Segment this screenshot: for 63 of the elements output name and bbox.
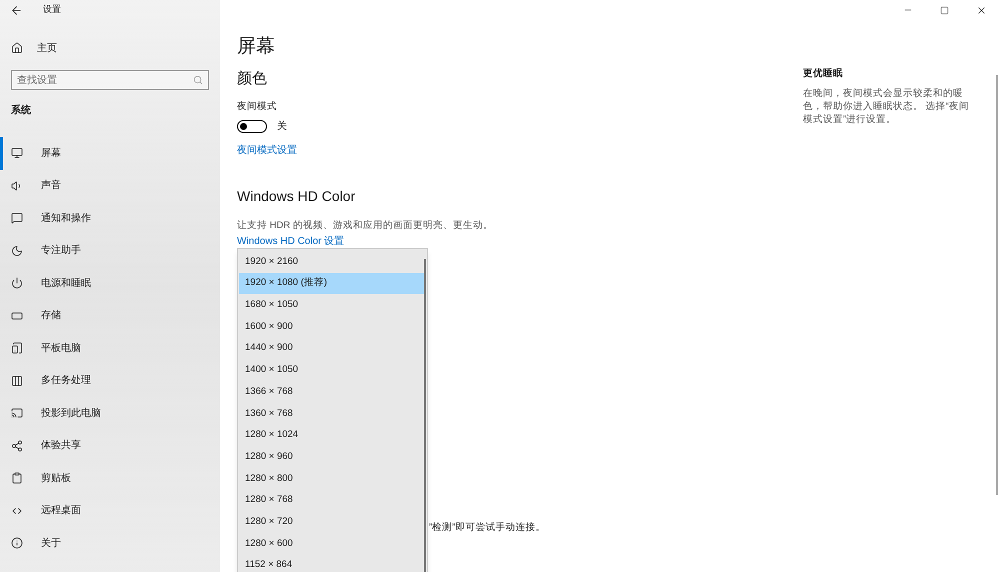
sidebar-item[interactable]: 声音 [0,170,220,202]
dropdown-option[interactable]: 1280 × 600 [239,532,424,555]
sidebar-item[interactable]: 投影到此电脑 [0,397,220,430]
search-field[interactable]: 查找设置 [11,70,209,90]
dropdown-scrollbar[interactable] [424,259,426,572]
search-icon [193,75,203,85]
power-icon [11,277,23,290]
detect-hint-text: ”检测”即可尝试手动连接。 [429,521,546,535]
sidebar-item[interactable]: 关于 [0,527,220,560]
dropdown-option[interactable]: 1280 × 800 [239,468,424,490]
section-heading: 颜色 [237,69,267,89]
window-title: 设置 [43,3,61,16]
dropdown-option[interactable]: 1280 × 960 [239,446,424,468]
dropdown-option[interactable]: 1920 × 1080 (推荐) [239,272,424,294]
page-title: 屏幕 [237,35,275,59]
sidebar-item[interactable]: 屏幕 [0,137,220,170]
sidebar-item[interactable]: 电源和睡眠 [0,267,220,300]
maximize-icon [940,6,949,14]
hdr-description: 让支持 HDR 的视频、游戏和应用的画面更明亮、更生动。 [237,218,493,233]
share-icon [11,440,23,452]
dropdown-option[interactable]: 1920 × 2160 [239,251,424,273]
sidebar-item[interactable]: 存储 [0,300,220,332]
storage-icon [11,310,23,322]
dropdown-option[interactable]: 1280 × 720 [239,511,424,533]
dropdown-option[interactable]: 1600 × 900 [239,316,424,338]
sidebar-item[interactable]: 平板电脑 [0,332,220,364]
sidebar-item[interactable]: 通知和操作 [0,202,220,234]
side-panel-text: 在晚间，夜间模式会显示较柔和的暖色，帮助你进入睡眠状态。 选择“夜间模式设置”进行设置。 [803,87,970,126]
sidebar-item[interactable]: 远程桌面 [0,494,220,527]
moon-icon [11,244,23,257]
monitor-icon [11,147,23,160]
hdr-settings-link[interactable]: Windows HD Color 设置 [237,236,344,248]
dropdown-option[interactable]: 1360 × 768 [239,402,424,424]
tablet-icon [11,342,23,354]
message-icon [11,212,23,224]
section-heading: 系统 [10,104,32,118]
info-icon [11,537,23,550]
night-mode-toggle[interactable] [237,120,267,133]
back-icon[interactable] [10,4,23,16]
scrollbar[interactable] [996,75,998,495]
dropdown-option[interactable]: 1400 × 1050 [239,359,424,382]
clipboard-icon [11,472,23,484]
section-heading: Windows HD Color [237,186,356,206]
dropdown-option[interactable]: 1280 × 1024 [239,424,424,446]
sidebar-item[interactable]: 剪贴板 [0,462,220,494]
dropdown-option[interactable]: 1440 × 900 [239,338,424,360]
projector-icon [11,407,23,420]
sidebar-item[interactable]: 专注助手 [0,234,220,267]
close-icon [976,4,987,16]
dropdown-option[interactable]: 1366 × 768 [239,381,424,403]
side-panel-title: 更优睡眠 [803,67,844,81]
dropdown-option[interactable]: 1280 × 768 [239,490,424,512]
toggle-state: 关 [277,120,287,134]
home-icon [11,42,23,54]
multitask-icon [11,374,23,387]
sidebar-item[interactable]: 多任务处理 [0,364,220,397]
dropdown-option[interactable]: 1680 × 1050 [239,294,424,316]
dropdown-option[interactable]: 1152 × 864 [239,554,424,572]
night-mode-label: 夜间模式 [237,100,277,114]
sidebar-item[interactable]: 体验共享 [0,430,220,462]
night-mode-settings-link[interactable]: 夜间模式设置 [237,142,297,158]
speaker-icon [11,180,23,192]
home-item[interactable]: 主页 [0,39,220,57]
